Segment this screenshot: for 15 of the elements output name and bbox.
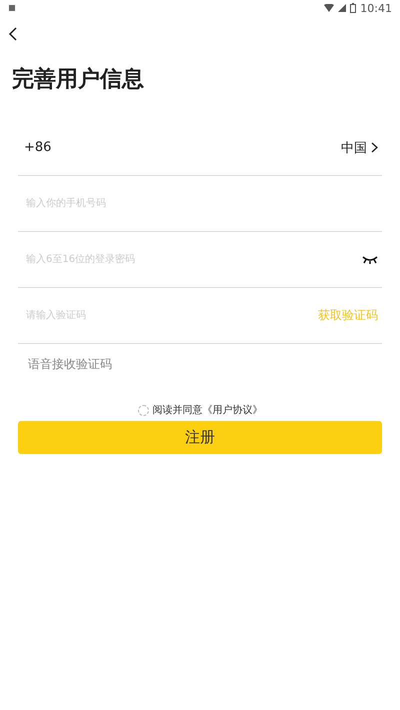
- wifi-icon: [324, 4, 334, 12]
- country-code: +86: [24, 140, 52, 155]
- battery-icon: [350, 3, 356, 13]
- chevron-right-icon: [371, 142, 378, 153]
- notification-icon: [8, 4, 16, 12]
- country-selector[interactable]: 中国: [341, 138, 378, 156]
- register-button[interactable]: 注册: [18, 421, 382, 454]
- signal-icon: [338, 4, 346, 12]
- agreement-checkbox[interactable]: [138, 404, 148, 416]
- agreement-text[interactable]: 阅读并同意《用户协议》: [152, 403, 262, 417]
- status-time: 10:41: [360, 2, 392, 14]
- eye-closed-icon[interactable]: [362, 256, 378, 264]
- page-title: 完善用户信息: [12, 66, 145, 94]
- back-icon[interactable]: [8, 27, 18, 41]
- voice-code-link[interactable]: 语音接收验证码: [28, 356, 112, 373]
